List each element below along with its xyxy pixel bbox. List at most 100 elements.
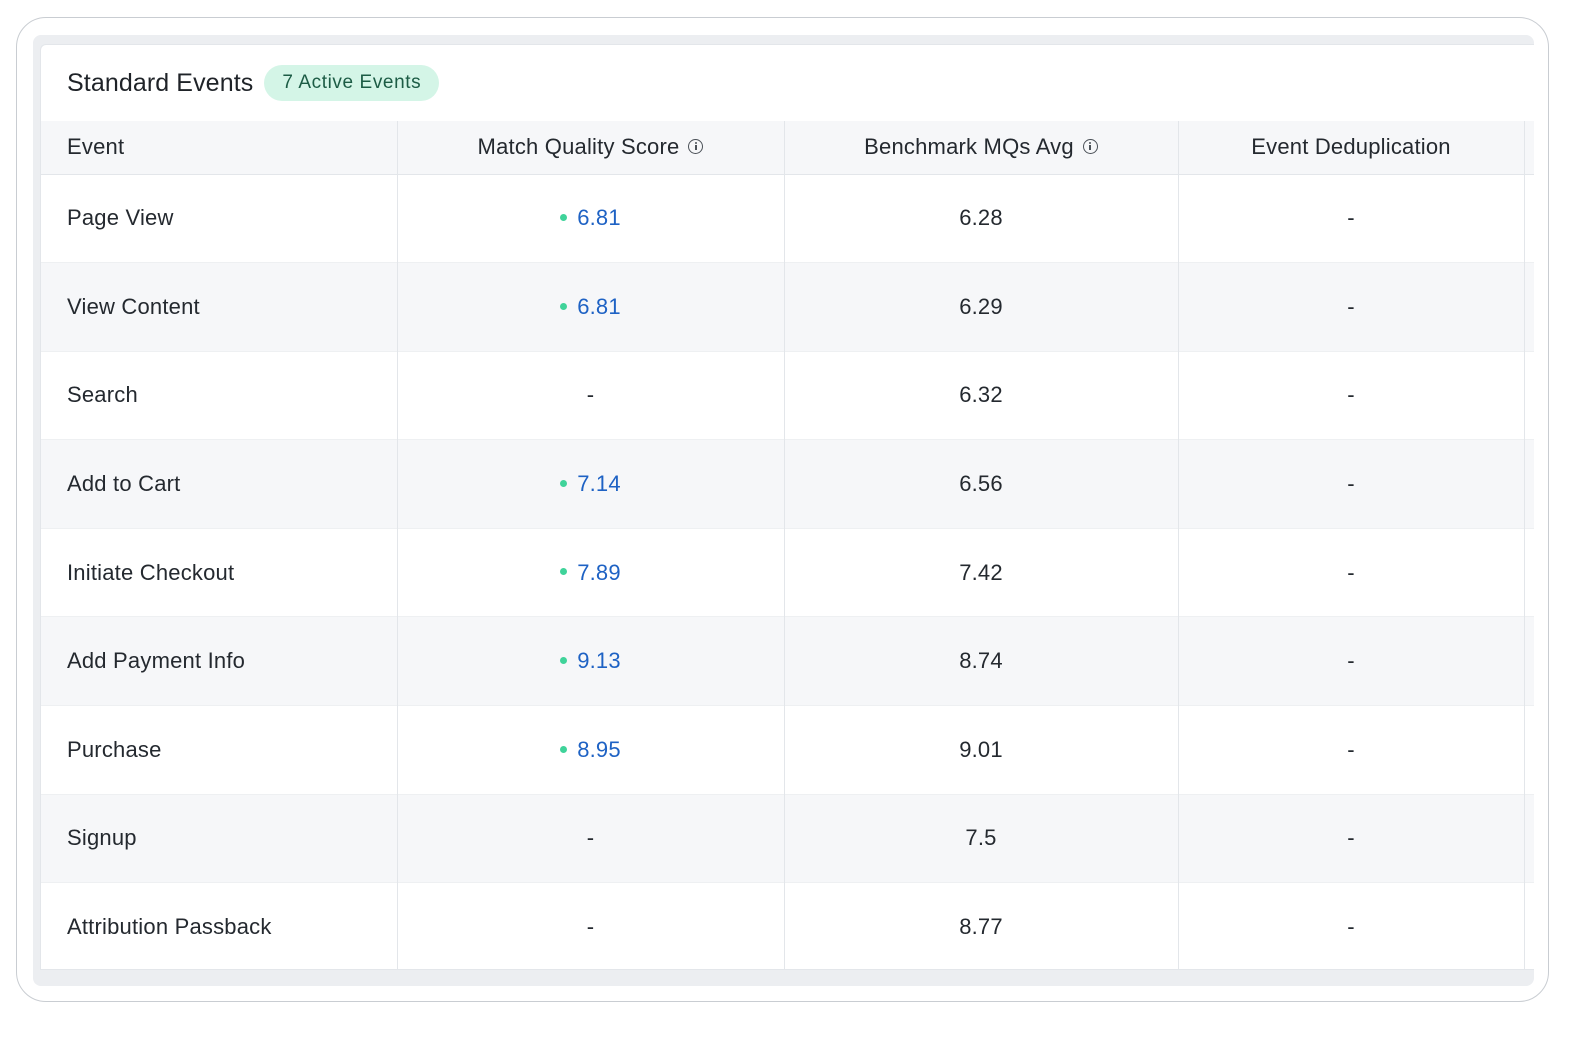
match-quality-score-link[interactable]: 7.14 [577,471,621,496]
table-row[interactable]: View Content 6.81 6.29 - [41,262,1534,352]
benchmark-cell: 8.74 [784,616,1179,706]
dedup-cell: - [1178,262,1525,352]
header-dedup-label: Event Deduplication [1251,134,1451,160]
dedup-cell: - [1178,882,1525,969]
overflow-cell [1524,616,1534,706]
table-row[interactable]: Add Payment Info 9.13 8.74 - [41,616,1534,706]
table-row[interactable]: Page View 6.81 6.28 - [41,174,1534,263]
dedup-value: - [1347,736,1355,762]
table-row[interactable]: Add to Cart 7.14 6.56 - [41,439,1534,529]
dedup-cell: - [1178,350,1525,440]
overflow-cell [1524,527,1534,617]
match-quality-cell: 6.81 [397,174,785,263]
event-name: Attribution Passback [67,914,272,940]
info-circle-icon[interactable] [1082,138,1098,154]
benchmark-value: 8.74 [959,648,1003,674]
table-row[interactable]: Initiate Checkout 7.89 7.42 - [41,527,1534,617]
match-quality-score-link[interactable]: 7.89 [577,560,621,585]
active-events-badge: 7 Active Events [264,65,440,101]
benchmark-value: 6.56 [959,471,1003,497]
match-quality-cell: - [397,882,785,969]
event-name: Add to Cart [67,471,181,497]
match-quality-cell: 7.14 [397,439,785,529]
header-match-quality[interactable]: Match Quality Score [397,121,785,175]
benchmark-cell: 9.01 [784,705,1179,795]
header-dedup[interactable]: Event Deduplication [1178,121,1525,175]
event-name: Signup [67,825,137,851]
match-quality-score-link[interactable]: 6.81 [577,205,621,230]
match-quality-cell: - [397,350,785,440]
table-row[interactable]: Search - 6.32 - [41,350,1534,440]
table-header: Event Match Quality Score Benchmark MQs … [41,121,1534,175]
dedup-value: - [1347,205,1355,231]
benchmark-value: 6.29 [959,293,1003,319]
event-name-cell: Search [41,350,398,440]
dedup-value: - [1347,914,1355,940]
table-body: Page View 6.81 6.28- View Content 6.81 6.29- S… [41,174,1534,969]
dedup-value: - [1347,382,1355,408]
dedup-value: - [1347,471,1355,497]
card-header: Standard Events 7 Active Events [41,45,1534,121]
benchmark-value: 7.5 [965,825,997,851]
status-dot-icon [560,479,568,487]
header-row: Event Match Quality Score Benchmark MQs … [41,121,1534,175]
dedup-cell: - [1178,439,1525,529]
benchmark-value: 6.32 [959,382,1003,408]
match-quality-empty: - [586,825,595,851]
header-benchmark[interactable]: Benchmark MQs Avg [784,121,1179,175]
status-dot-icon [560,568,568,576]
benchmark-cell: 6.56 [784,439,1179,529]
event-name: Search [67,382,138,408]
event-name-cell: Attribution Passback [41,882,398,969]
match-quality-score-link[interactable]: 8.95 [577,737,621,762]
event-name: View Content [67,293,200,319]
header-event-label: Event [67,134,125,160]
benchmark-cell: 6.29 [784,262,1179,352]
event-name-cell: Page View [41,174,398,263]
dedup-value: - [1347,648,1355,674]
event-name-cell: Initiate Checkout [41,527,398,617]
overflow-cell [1524,439,1534,529]
dedup-cell: - [1178,793,1525,883]
match-quality-cell: 7.89 [397,527,785,617]
event-name-cell: Add to Cart [41,439,398,529]
dedup-cell: - [1178,174,1525,263]
benchmark-value: 9.01 [959,736,1003,762]
overflow-cell [1524,793,1534,883]
event-name-cell: View Content [41,262,398,352]
table-row[interactable]: Attribution Passback - 8.77 - [41,882,1534,969]
header-event[interactable]: Event [41,121,398,175]
match-quality-score-link[interactable]: 6.81 [577,294,621,319]
table-row[interactable]: Signup - 7.5 - [41,793,1534,883]
status-dot-icon [560,745,568,753]
event-name-cell: Signup [41,793,398,883]
table-row[interactable]: Purchase 8.95 9.01 - [41,705,1534,795]
overflow-cell [1524,174,1534,263]
match-quality-score-link[interactable]: 9.13 [577,648,621,673]
overflow-cell [1524,705,1534,795]
match-quality-cell: - [397,793,785,883]
benchmark-cell: 6.28 [784,174,1179,263]
overflow-cell [1524,350,1534,440]
status-dot-icon [560,213,568,221]
benchmark-cell: 8.77 [784,882,1179,969]
header-overflow [1524,121,1534,175]
window-frame: Standard Events 7 Active Events Event Ma… [16,17,1549,1002]
events-table: Event Match Quality Score Benchmark MQs … [41,121,1534,969]
match-quality-cell: 9.13 [397,616,785,706]
benchmark-cell: 7.42 [784,527,1179,617]
header-match-quality-label: Match Quality Score [477,134,680,160]
dedup-cell: - [1178,616,1525,706]
header-benchmark-label: Benchmark MQs Avg [864,134,1074,160]
event-name: Add Payment Info [67,648,246,674]
benchmark-value: 7.42 [959,559,1003,585]
event-name: Page View [67,205,174,231]
event-name: Initiate Checkout [67,559,235,585]
match-quality-empty: - [586,914,595,940]
info-circle-icon[interactable] [688,138,704,154]
event-name-cell: Add Payment Info [41,616,398,706]
status-dot-icon [560,302,568,310]
dedup-value: - [1347,293,1355,319]
benchmark-value: 8.77 [959,914,1003,940]
overflow-cell [1524,262,1534,352]
